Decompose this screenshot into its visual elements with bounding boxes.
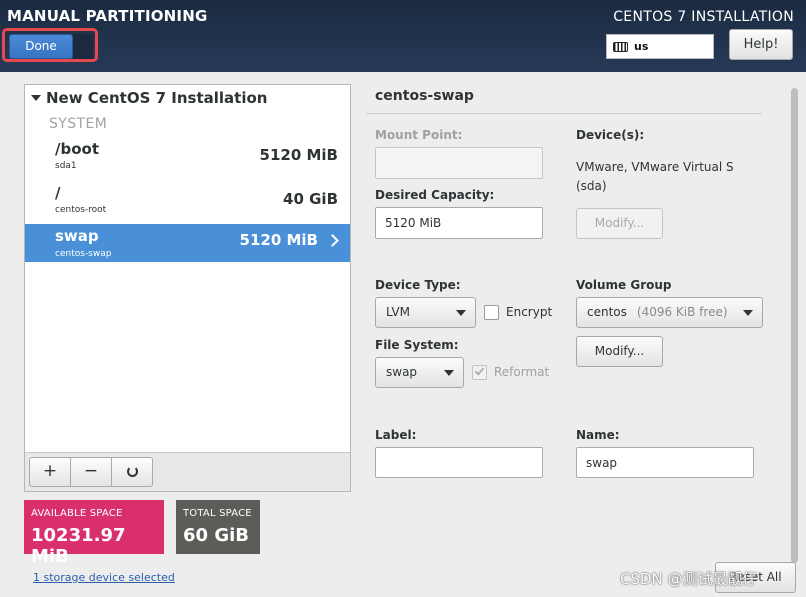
page-title: MANUAL PARTITIONING bbox=[7, 7, 208, 25]
install-title: CENTOS 7 INSTALLATION bbox=[613, 9, 794, 25]
reformat-label: Reformat bbox=[494, 365, 550, 379]
file-system-value: swap bbox=[386, 365, 418, 379]
keyboard-icon bbox=[613, 41, 628, 52]
available-space-box: AVAILABLE SPACE 10231.97 MiB bbox=[24, 500, 164, 567]
detail-scrollbar[interactable] bbox=[791, 88, 798, 563]
volume-group-value: centos bbox=[587, 305, 627, 319]
header-bar: MANUAL PARTITIONING Done CENTOS 7 INSTAL… bbox=[0, 0, 806, 72]
device-description: VMware, VMware Virtual S bbox=[576, 160, 734, 174]
device-name-label: centos-root bbox=[55, 205, 107, 215]
total-space-box: TOTAL SPACE 60 GiB bbox=[176, 500, 260, 554]
refresh-icon bbox=[126, 466, 138, 477]
modify-devices-button[interactable]: Modify... bbox=[576, 208, 663, 239]
watermark: CSDN @测试最靓仔 bbox=[620, 570, 758, 588]
label-field-label: Label: bbox=[375, 428, 417, 442]
installation-group-header[interactable]: New CentOS 7 Installation bbox=[31, 89, 267, 107]
detail-divider bbox=[366, 113, 762, 114]
device-name-label: sda1 bbox=[55, 161, 77, 171]
done-highlight-frame: Done bbox=[2, 28, 98, 62]
partition-size-label: 5120 MiB bbox=[259, 146, 338, 164]
checkmark-icon bbox=[474, 365, 485, 376]
dropdown-caret-icon bbox=[743, 310, 753, 316]
file-system-label: File System: bbox=[375, 338, 459, 352]
device-name-label: centos-swap bbox=[55, 249, 112, 259]
label-input[interactable] bbox=[375, 447, 543, 478]
chevron-right-icon bbox=[326, 234, 339, 247]
mount-point-input[interactable] bbox=[375, 147, 543, 179]
done-button-shadow bbox=[73, 34, 93, 59]
device-id: (sda) bbox=[576, 179, 607, 193]
reformat-checkbox[interactable] bbox=[472, 365, 487, 380]
total-space-value: 60 GiB bbox=[183, 525, 249, 546]
detail-title: centos-swap bbox=[375, 88, 474, 104]
system-section-label: SYSTEM bbox=[49, 116, 108, 132]
remove-partition-button[interactable]: − bbox=[70, 457, 112, 487]
expander-arrow-icon bbox=[31, 95, 41, 101]
storage-device-link[interactable]: 1 storage device selected bbox=[33, 571, 175, 584]
partition-item-swap[interactable]: swap centos-swap 5120 MiB bbox=[25, 224, 350, 262]
total-space-label: TOTAL SPACE bbox=[183, 508, 252, 519]
partition-item-boot[interactable]: /boot sda1 5120 MiB bbox=[25, 137, 350, 181]
dropdown-caret-icon bbox=[444, 370, 454, 376]
done-button[interactable]: Done bbox=[9, 34, 73, 59]
name-input[interactable]: swap bbox=[576, 447, 754, 478]
name-field-label: Name: bbox=[576, 428, 620, 442]
keyboard-layout-indicator[interactable]: us bbox=[606, 34, 714, 59]
dropdown-caret-icon bbox=[456, 310, 466, 316]
refresh-button[interactable] bbox=[111, 457, 153, 487]
desired-capacity-label: Desired Capacity: bbox=[375, 188, 495, 202]
mount-point-label: / bbox=[55, 184, 61, 202]
partition-size-label: 5120 MiB bbox=[239, 231, 318, 249]
encrypt-checkbox[interactable] bbox=[484, 305, 499, 320]
available-space-value: 10231.97 MiB bbox=[31, 525, 126, 567]
devices-label: Device(s): bbox=[576, 128, 645, 142]
keyboard-layout-label: us bbox=[634, 40, 649, 53]
volume-group-free: (4096 KiB free) bbox=[636, 305, 728, 319]
installation-group-title: New CentOS 7 Installation bbox=[46, 89, 268, 107]
partition-item-root[interactable]: / centos-root 40 GiB bbox=[25, 181, 350, 225]
help-button[interactable]: Help! bbox=[729, 29, 793, 60]
volume-group-select[interactable]: centos (4096 KiB free) bbox=[576, 297, 763, 328]
encrypt-label: Encrypt bbox=[506, 305, 553, 319]
mount-point-label: /boot bbox=[55, 140, 99, 158]
partition-size-label: 40 GiB bbox=[283, 190, 338, 208]
partition-toolbar: + − bbox=[25, 452, 350, 491]
device-type-value: LVM bbox=[386, 305, 410, 319]
file-system-select[interactable]: swap bbox=[375, 357, 464, 388]
mount-point-label: swap bbox=[55, 227, 99, 245]
available-space-label: AVAILABLE SPACE bbox=[31, 508, 123, 519]
desired-capacity-input[interactable]: 5120 MiB bbox=[375, 207, 543, 239]
device-type-select[interactable]: LVM bbox=[375, 297, 476, 328]
modify-volume-group-button[interactable]: Modify... bbox=[576, 336, 663, 367]
mount-point-field-label: Mount Point: bbox=[375, 128, 463, 142]
device-type-label: Device Type: bbox=[375, 278, 461, 292]
add-partition-button[interactable]: + bbox=[29, 457, 71, 487]
volume-group-label: Volume Group bbox=[576, 278, 672, 292]
partition-list-panel: New CentOS 7 Installation SYSTEM /boot s… bbox=[24, 84, 351, 492]
